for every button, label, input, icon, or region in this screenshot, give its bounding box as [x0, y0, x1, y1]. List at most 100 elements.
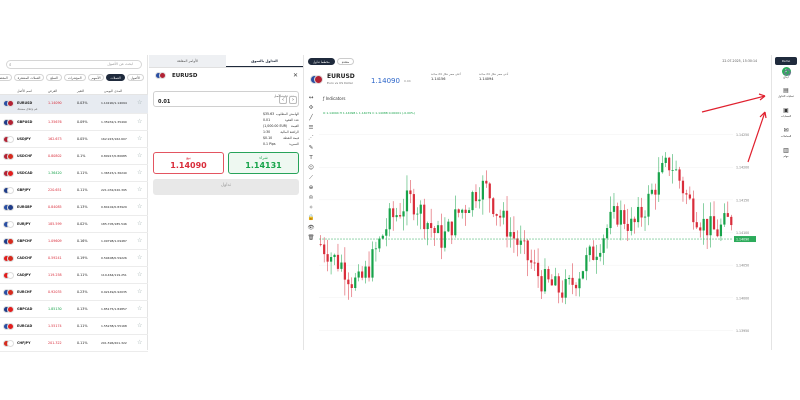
table-row[interactable]: CHFJPY 201.322 0.11% 201.596/201.322 ☆ — [0, 335, 148, 352]
mode-trade-chart[interactable]: مخطط تداول — [308, 58, 335, 65]
candle-body — [616, 206, 619, 225]
table-row[interactable]: EURJPY 185.599 0.02% 185.705/185.546 ☆ — [0, 216, 148, 233]
flag-icon — [3, 119, 14, 126]
close-icon[interactable]: ✕ — [293, 72, 298, 79]
drawing-tool-icon[interactable]: ⋰ — [305, 135, 317, 145]
candle-body — [557, 276, 560, 293]
candle-body — [571, 277, 574, 285]
quantity-stepper[interactable]: عدد عقود الأصل 0.01 ‹ › — [153, 91, 299, 107]
row-change: 0.19% — [77, 256, 88, 260]
watchlist-panel: ⌕ ابحث عن الأصول الأصول العملات الأسهم المؤ… — [0, 55, 148, 352]
candle-body — [702, 218, 705, 231]
drawing-tool-icon[interactable]: T — [305, 155, 317, 165]
chart-symbol-desc: Euro vs US Dollar — [327, 81, 353, 85]
demo-badge[interactable]: Demo — [775, 57, 797, 65]
filter-chip[interactable]: الأسهم — [87, 74, 105, 81]
detail-value: 0.01 — [263, 118, 271, 122]
star-icon[interactable]: ☆ — [137, 237, 142, 244]
right-rail: Demo ⬆ ايداع ▤ عمليات التداول ▣ الحسابات ✉ المع… — [771, 55, 800, 350]
table-row[interactable]: USDJPY 162.673 0.05% 162.915/162.607 ☆ — [0, 131, 148, 148]
candle-body — [402, 211, 405, 217]
star-icon[interactable]: ☆ — [137, 305, 142, 312]
candle-body — [333, 254, 336, 258]
drawing-tool-icon[interactable]: 🔒 — [305, 215, 317, 225]
rail-item[interactable]: ▥ مهام — [774, 147, 798, 165]
table-row[interactable]: USDCHF 0.80802 0.1% 0.80917/0.80685 ☆ — [0, 148, 148, 165]
candle-body — [367, 266, 371, 278]
increment-icon[interactable]: ‹ — [279, 96, 287, 104]
star-icon[interactable]: ☆ — [137, 99, 142, 106]
category-chips: الأصول العملات الأسهم المؤشرات السلع العملات … — [0, 74, 144, 81]
row-change: 0.11% — [77, 171, 88, 175]
chart-area: مخطط تداول متقدم 22.07.2025, 15:30:14 EU… — [305, 55, 765, 350]
stat-high: أعلى سعر خلال 24 ساعة 1.14156 — [431, 72, 461, 81]
candle-body — [319, 244, 322, 246]
candle-body — [612, 206, 616, 212]
filter-chip[interactable]: العملات المشفرة — [13, 74, 45, 81]
detail-value: 1:30 — [263, 130, 271, 134]
star-icon[interactable]: ☆ — [137, 220, 142, 227]
star-icon[interactable]: ☆ — [137, 271, 142, 278]
star-icon[interactable]: ☆ — [137, 203, 142, 210]
star-icon[interactable]: ☆ — [137, 322, 142, 329]
indicators-button[interactable]: ƒ Indicators — [323, 96, 345, 101]
rail-item[interactable]: ✉ المعاملات — [774, 127, 798, 145]
sell-button[interactable]: بيع 1.14090 — [153, 152, 224, 174]
drawing-tool-icon[interactable]: ✎ — [305, 145, 317, 155]
drawing-tool-icon[interactable]: ⟋ — [305, 175, 317, 185]
drawing-tool-icon[interactable]: ╱ — [305, 115, 317, 125]
table-row[interactable]: GBPJPY 220.651 0.11% 221.032/220.395 ☆ — [0, 182, 148, 199]
drawing-tool-icon[interactable]: 👁 — [305, 225, 317, 235]
candle-body — [723, 213, 726, 225]
tab-market-trade[interactable]: التداول بالسوق — [226, 55, 303, 67]
table-row[interactable]: CADJPY 119.258 0.11% 119.464/119.251 ☆ — [0, 267, 148, 284]
table-row[interactable]: EURGBP 0.84085 0.13% 0.84102/0.83929 ☆ — [0, 199, 148, 216]
candle-body — [519, 240, 522, 245]
table-row[interactable]: GBPCAD 1.85130 0.13% 1.85175/1.84857 ☆ — [0, 301, 148, 318]
drawing-tool-icon[interactable]: ☺ — [305, 165, 317, 175]
star-icon[interactable]: ☆ — [137, 288, 142, 295]
rail-item[interactable]: ▣ الحسابات — [774, 107, 798, 125]
star-icon[interactable]: ☆ — [137, 186, 142, 193]
table-row[interactable]: EURCHF 0.92035 0.23% 0.92149/0.92035 ☆ — [0, 284, 148, 301]
star-icon[interactable]: ☆ — [137, 169, 142, 176]
quantity-value[interactable]: 0.01 — [158, 99, 170, 105]
drawing-tool-icon[interactable]: ✧ — [305, 205, 317, 215]
filter-chip[interactable]: المفضلة — [0, 74, 12, 81]
drawing-tool-icon[interactable]: ☰ — [305, 125, 317, 135]
table-row[interactable]: GBPUSD 1.35676 0.09% 1.35932/1.35490 ☆ — [0, 114, 148, 131]
flag-icon — [3, 323, 14, 330]
table-row[interactable]: CADCHF 0.59241 0.19% 0.59408/0.59226 ☆ — [0, 250, 148, 267]
drawing-tool-icon[interactable]: 🗑 — [305, 235, 317, 245]
drawing-tool-icon[interactable]: ♔ — [305, 195, 317, 205]
table-row[interactable]: GBPCHF 1.09609 0.16% 1.09798/1.09487 ☆ — [0, 233, 148, 250]
mode-advanced[interactable]: متقدم — [336, 58, 355, 65]
star-icon[interactable]: ☆ — [137, 118, 142, 125]
rail-item[interactable]: ▤ عمليات التداول — [774, 87, 798, 105]
filter-chip[interactable]: المؤشرات — [63, 74, 86, 81]
star-icon[interactable]: ☆ — [137, 254, 142, 261]
drawing-tool-icon[interactable]: ↔ — [305, 95, 317, 105]
drawing-tool-icon[interactable]: ⊕ — [305, 185, 317, 195]
decrement-icon[interactable]: › — [289, 96, 297, 104]
filter-chip[interactable]: الأصول — [126, 74, 144, 81]
drawing-tool-icon[interactable]: ✣ — [305, 105, 317, 115]
search-input[interactable]: ⌕ ابحث عن الأصول — [6, 60, 142, 69]
flag-icon — [310, 75, 323, 84]
buy-button[interactable]: شراء 1.14131 — [228, 152, 299, 174]
row-bid: 162.673 — [48, 137, 62, 141]
star-icon[interactable]: ☆ — [137, 135, 142, 142]
star-icon[interactable]: ☆ — [137, 152, 142, 159]
filter-chip[interactable]: العملات — [106, 74, 125, 81]
table-row[interactable]: USDCAD 1.36420 0.11% 1.36515/1.36240 ☆ — [0, 165, 148, 182]
table-row[interactable]: EURCAD 1.55174 0.11% 1.55238/1.55168 ☆ — [0, 318, 148, 335]
row-bid: 0.92035 — [48, 290, 62, 294]
tab-pending-orders[interactable]: الأوامر المعلقة — [149, 55, 226, 67]
candlestick-chart[interactable]: 1.14250 1.14200 1.14150 1.14100 1.14050 1.140… — [319, 115, 765, 350]
table-row[interactable]: EURUSD 1.14090 0.03% 1.14190/1.14094 قم بإغل… — [0, 95, 148, 114]
star-icon[interactable]: ☆ — [137, 339, 142, 346]
filter-chip[interactable]: السلع — [46, 74, 62, 81]
row-bid: 185.599 — [48, 222, 62, 226]
candle-body — [505, 210, 509, 237]
trade-button[interactable]: تداول — [153, 179, 299, 195]
